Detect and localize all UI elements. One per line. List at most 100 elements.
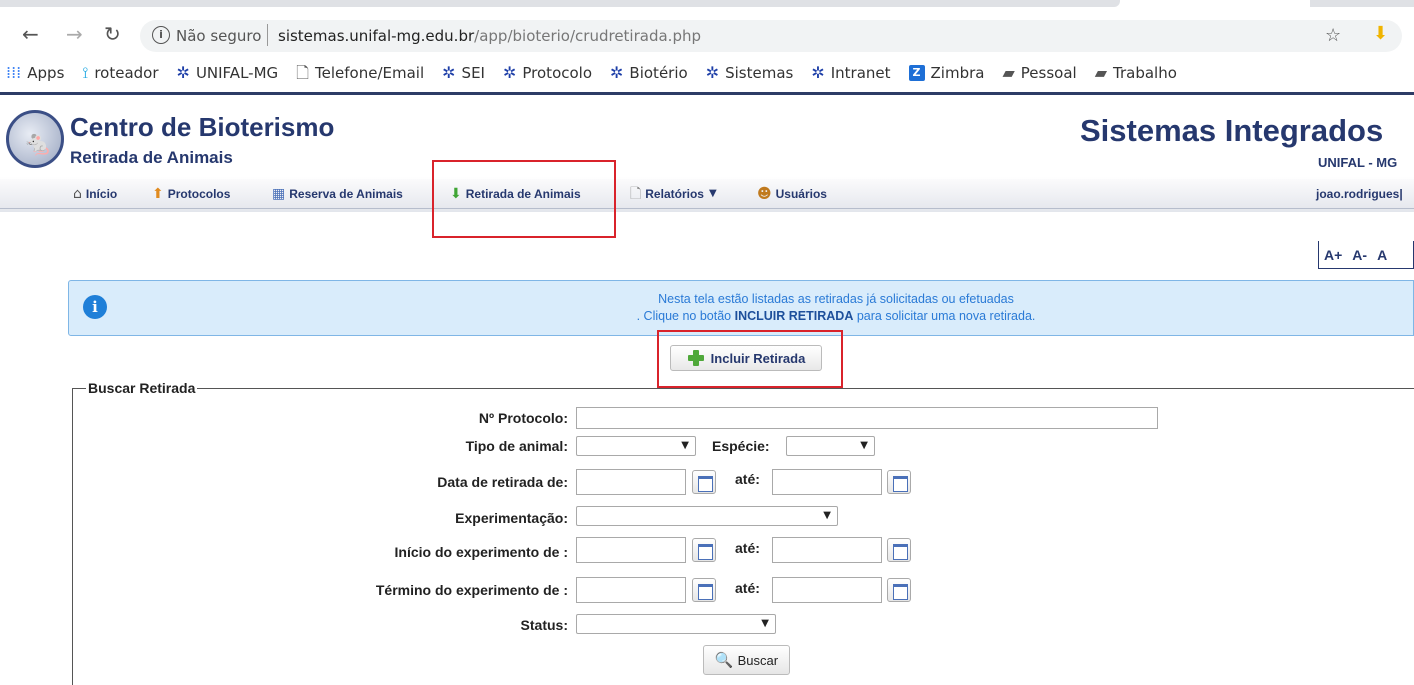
animal-type-select[interactable]: ▼ [576,436,696,456]
bioterio-logo: 🐁 [6,110,64,168]
info-text: . Clique no botão [636,309,735,323]
apps-grid-icon: ⁞⁞⁞ [6,63,22,82]
search-legend: Buscar Retirada [86,380,198,396]
font-decrease-button[interactable]: A- [1347,241,1372,268]
bookmark-telefone[interactable]: 🗋 Telefone/Email [296,64,424,82]
reload-icon[interactable]: ↻ [104,22,121,46]
browser-tab[interactable] [1310,0,1414,7]
button-label: Buscar [737,652,779,668]
highlight-box [432,160,616,238]
include-withdrawal-button[interactable]: Incluir Retirada [670,345,822,371]
unifal-star-icon: ✲ [502,63,517,82]
bookmark-trabalho[interactable]: ▰ Trabalho [1095,64,1177,82]
page-subtitle: Retirada de Animais [70,148,233,167]
withdraw-date-to-input[interactable] [772,469,882,495]
calendar-icon[interactable] [887,578,911,602]
browser-tab[interactable] [0,0,1120,7]
tab-strip [0,0,1414,14]
info-line-2: . Clique no botão INCLUIR RETIRADA para … [69,309,1414,323]
plus-icon [687,349,705,367]
address-bar[interactable]: i Não seguro sistemas.unifal-mg.edu.br/a… [140,20,1402,52]
bookmark-label: UNIFAL-MG [195,64,279,82]
font-size-controls: A+ A- A [1318,241,1414,269]
bookmark-star-icon[interactable]: ☆ [1325,25,1341,46]
bookmark-label: Pessoal [1020,64,1077,82]
bookmark-unifal[interactable]: ✲ UNIFAL-MG [177,64,279,82]
experiment-end-to-input[interactable] [772,577,882,603]
url-host: sistemas.unifal-mg.edu.br [278,27,475,45]
url-path: /app/bioterio/crudretirada.php [474,27,701,45]
bookmark-label: Trabalho [1113,64,1177,82]
url-text: sistemas.unifal-mg.edu.br/app/bioterio/c… [278,27,701,45]
calendar-icon[interactable] [887,470,911,494]
bookmarks-bar: ⁞⁞⁞ Apps ⟟ roteador ✲ UNIFAL-MG 🗋 Telefone/E… [0,58,1414,88]
menu-item-inicio[interactable]: ⌂ Início [73,187,117,201]
status-select[interactable]: ▼ [576,614,776,634]
bookmark-intranet[interactable]: ✲ Intranet [811,64,890,82]
info-message: i Nesta tela estão listadas as retiradas… [68,280,1414,336]
dropdown-arrow-icon: ▼ [761,618,769,629]
bookmark-protocolo[interactable]: ✲ Protocolo [503,64,592,82]
home-icon: ⌂ [73,186,82,202]
forward-arrow-icon[interactable]: → [66,22,83,46]
dropdown-arrow-icon: ▼ [681,440,689,451]
bookmark-label: Sistemas [725,64,794,82]
menu-label: Usuários [775,187,827,201]
experiment-start-to-input[interactable] [772,537,882,563]
bookmark-apps[interactable]: ⁞⁞⁞ Apps [6,64,64,82]
species-select[interactable]: ▼ [786,436,875,456]
bookmark-label: Intranet [830,64,891,82]
info-icon[interactable]: i [152,26,170,44]
bookmark-bioterio[interactable]: ✲ Biotério [610,64,688,82]
search-button[interactable]: 🔍 Buscar [703,645,790,675]
protocol-label: Nº Protocolo: [478,410,568,426]
logged-user[interactable]: joao.rodrigues| [1316,187,1403,201]
bookmark-label: Telefone/Email [315,64,425,82]
protocol-icon: ⬆ [152,186,164,202]
bookmark-sei[interactable]: ✲ SEI [442,64,485,82]
bookmark-label: Zimbra [930,64,985,82]
institution-name: UNIFAL - MG [1318,155,1398,170]
until-label: até: [735,580,760,596]
experiment-end-from-input[interactable] [576,577,686,603]
app-header: 🐁 Centro de Bioterismo Retirada de Anima… [0,92,1414,212]
protocol-input[interactable] [576,407,1158,429]
main-menu: ⌂ Início ⬆ Protocolos ▦ Reserva de Animais … [0,179,1414,209]
page-title: Centro de Bioterismo [70,112,335,142]
font-reset-button[interactable]: A [1372,241,1392,268]
page-icon: 🗋 [296,63,310,82]
calendar-icon[interactable] [887,538,911,562]
system-name: Sistemas Integrados [1080,113,1384,148]
unifal-star-icon: ✲ [811,63,825,82]
extension-icon[interactable]: ⬇ [1373,23,1388,44]
calendar-icon[interactable] [692,538,716,562]
caret-down-icon: ▼ [708,188,717,199]
calendar-icon: ▦ [272,186,286,202]
menu-item-relatorios[interactable]: 🗋 Relatórios ▼ [630,187,721,201]
unifal-star-icon: ✲ [176,63,190,82]
bookmark-roteador[interactable]: ⟟ roteador [82,64,158,82]
menu-item-reserva[interactable]: ▦ Reserva de Animais [272,187,403,201]
bookmark-sistemas[interactable]: ✲ Sistemas [706,64,794,82]
info-text: para solicitar uma nova retirada. [853,309,1036,323]
menu-item-usuarios[interactable]: ☻ Usuários [757,187,827,201]
bookmark-zimbra[interactable]: Z Zimbra [908,64,985,82]
until-label: até: [735,471,760,487]
unifal-star-icon: ✲ [610,63,624,82]
info-bold-text: INCLUIR RETIRADA [734,309,854,323]
browser-chrome: ← → ↻ i Não seguro sistemas.unifal-mg.ed… [0,0,1414,92]
experiment-select[interactable]: ▼ [576,506,838,526]
experiment-start-from-input[interactable] [576,537,686,563]
font-increase-button[interactable]: A+ [1319,241,1347,268]
calendar-icon[interactable] [692,470,716,494]
menu-item-protocolos[interactable]: ⬆ Protocolos [152,187,230,201]
withdraw-date-from-input[interactable] [576,469,686,495]
folder-icon: ▰ [1002,63,1015,82]
bookmark-pessoal[interactable]: ▰ Pessoal [1002,64,1076,82]
bookmark-label: Protocolo [522,64,593,82]
back-arrow-icon[interactable]: ← [22,22,39,46]
calendar-icon[interactable] [692,578,716,602]
until-label: até: [735,540,760,556]
unifal-star-icon: ✲ [705,63,720,82]
bookmark-label: Biotério [629,64,688,82]
